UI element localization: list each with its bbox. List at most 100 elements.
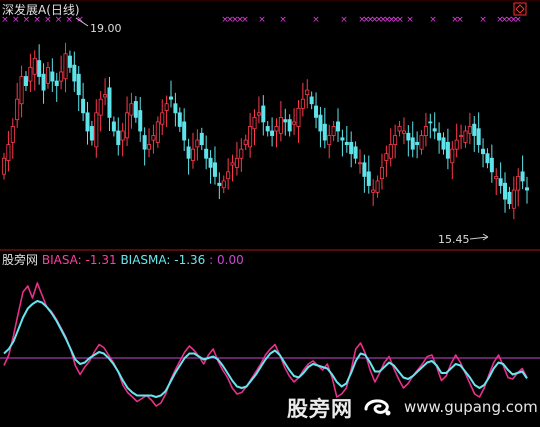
indicator-header: 股旁网 BIASA: -1.31 BIASMA: -1.36 : 0.00 xyxy=(2,253,244,267)
up-candle xyxy=(28,67,33,82)
up-candle xyxy=(10,126,15,143)
swirl-logo-icon xyxy=(364,399,391,416)
up-candle xyxy=(274,126,279,132)
down-candle xyxy=(432,128,437,132)
up-candle xyxy=(357,162,362,165)
down-candle xyxy=(287,119,292,132)
down-candle xyxy=(111,121,116,132)
up-candle xyxy=(296,107,301,127)
down-candle xyxy=(437,132,442,141)
signal-marker: × xyxy=(279,15,287,25)
up-candle xyxy=(94,112,99,148)
down-candle xyxy=(366,171,371,186)
up-candle xyxy=(463,130,468,143)
down-candle xyxy=(353,146,358,159)
biasa-value: -1.31 xyxy=(85,253,117,267)
down-candle xyxy=(217,182,222,186)
up-candle xyxy=(292,121,297,125)
down-candle xyxy=(37,60,42,77)
price-panel[interactable]: × × × × × × × × ××××× × × × × ×××××××××× × × ×× × ××××× xyxy=(0,0,540,427)
up-candle xyxy=(15,98,20,121)
up-candle xyxy=(423,126,428,136)
down-candle xyxy=(142,135,147,150)
up-candle xyxy=(371,189,376,193)
stock-title: 深发展A(日线) xyxy=(2,3,80,17)
up-candle xyxy=(160,112,165,125)
low-price-label: 15.45 xyxy=(438,233,470,246)
down-candle xyxy=(41,73,46,91)
up-candle xyxy=(454,139,459,150)
down-candle xyxy=(261,105,266,123)
up-candle xyxy=(388,144,393,159)
watermark-url: www.gupang.com xyxy=(404,398,538,416)
down-candle xyxy=(177,112,182,127)
down-candle xyxy=(23,76,28,86)
up-candle xyxy=(252,116,257,130)
down-candle xyxy=(76,73,81,96)
down-candle xyxy=(107,87,112,118)
up-candle xyxy=(155,121,160,143)
down-candle xyxy=(50,71,55,82)
down-candle xyxy=(138,110,143,132)
diamond-toggle-icon[interactable] xyxy=(513,2,527,16)
signal-marker: × xyxy=(514,15,522,25)
up-candle xyxy=(393,135,398,146)
down-candle xyxy=(489,157,494,173)
up-candle xyxy=(305,89,310,96)
down-candle xyxy=(415,141,420,146)
up-candle xyxy=(239,148,244,159)
signal-marker: × xyxy=(258,15,266,25)
signal-marker: × xyxy=(241,15,249,25)
up-candle xyxy=(327,135,332,146)
down-candle xyxy=(54,80,59,86)
down-candle xyxy=(318,114,323,132)
up-candle xyxy=(226,171,231,180)
up-candle xyxy=(379,166,384,180)
signal-marker: × xyxy=(312,15,320,25)
up-candle xyxy=(401,130,406,134)
signal-marker: × xyxy=(479,15,487,25)
biasma-value: -1.36 xyxy=(174,253,206,267)
down-candle xyxy=(503,182,508,200)
up-candle xyxy=(494,176,499,180)
up-candle xyxy=(120,130,125,141)
biasma-label: BIASMA: xyxy=(120,253,171,267)
down-candle xyxy=(265,126,270,132)
down-candle xyxy=(340,137,345,141)
down-candle xyxy=(270,130,275,136)
down-candle xyxy=(472,123,477,136)
down-candle xyxy=(481,148,486,155)
down-candle xyxy=(362,162,367,177)
down-candle xyxy=(441,137,446,150)
down-candle xyxy=(344,141,349,146)
up-candle xyxy=(98,98,103,116)
down-candle xyxy=(476,128,481,146)
up-candle xyxy=(243,139,248,146)
signal-marker: × xyxy=(396,15,404,25)
up-candle xyxy=(221,180,226,189)
down-candle xyxy=(169,96,174,100)
down-candle xyxy=(133,101,138,118)
stock-name: 深发展A xyxy=(2,3,47,17)
down-candle xyxy=(410,137,415,150)
up-candle xyxy=(459,135,464,137)
down-candle xyxy=(208,157,213,168)
period-label: (日线) xyxy=(46,3,80,17)
signal-marker: × xyxy=(456,15,464,25)
up-candle xyxy=(125,112,130,139)
up-candle xyxy=(300,98,305,109)
down-candle xyxy=(520,171,525,182)
down-candle xyxy=(199,132,204,146)
down-candle xyxy=(116,130,121,146)
down-candle xyxy=(186,146,191,159)
down-candle xyxy=(445,141,450,159)
up-candle xyxy=(32,57,37,75)
up-candle xyxy=(234,157,239,168)
high-price-label: 19.00 xyxy=(90,22,122,35)
down-candle xyxy=(507,191,512,205)
down-candle xyxy=(81,98,86,114)
down-candle xyxy=(336,121,341,132)
down-candle xyxy=(314,105,319,118)
up-candle xyxy=(511,189,516,209)
down-candle xyxy=(204,148,209,159)
